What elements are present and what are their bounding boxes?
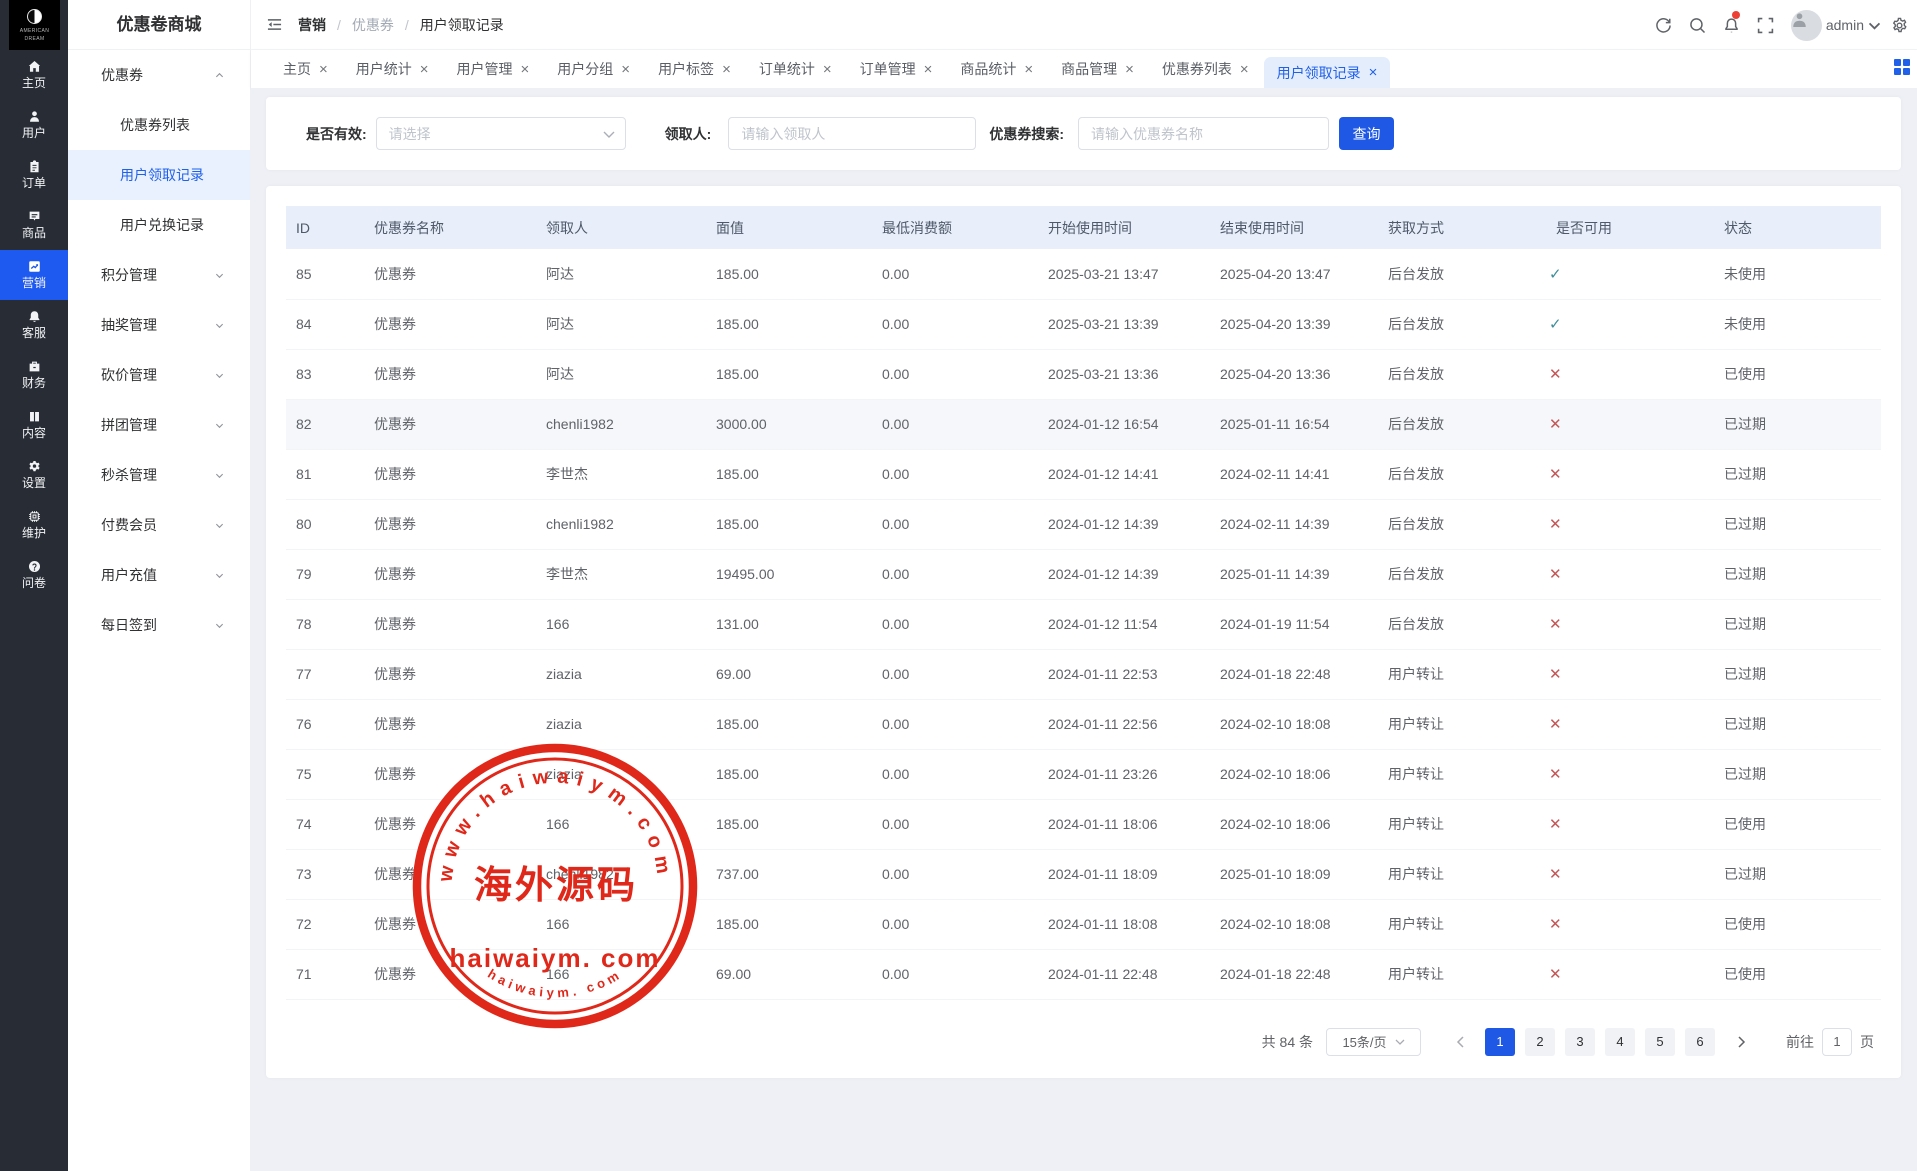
svg-text:海外源码: 海外源码 bbox=[474, 865, 638, 907]
svg-text:haiwaiym. com: haiwaiym. com bbox=[450, 943, 661, 973]
